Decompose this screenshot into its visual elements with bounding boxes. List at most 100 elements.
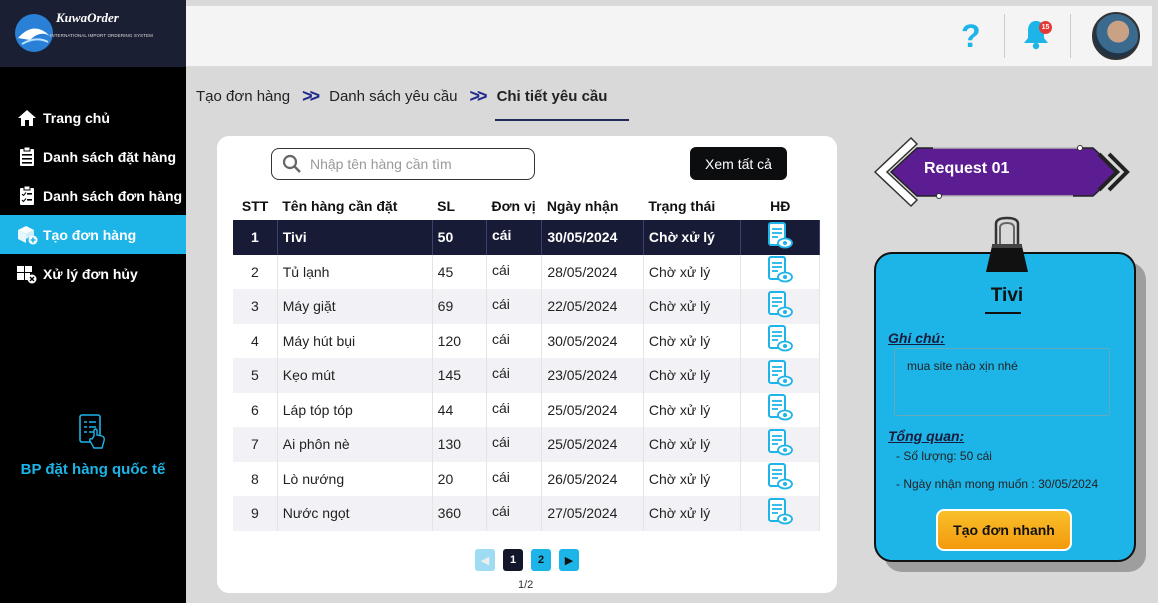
quick-order-button[interactable]: Tạo đơn nhanh	[936, 509, 1072, 551]
cell-status: Chờ xử lý	[643, 358, 742, 393]
cell-item-name: Máy giặt	[277, 289, 433, 324]
breadcrumb: Tạo đơn hàng >> Danh sách yêu cầu >> Chi…	[196, 86, 607, 107]
table-row[interactable]: 3 Máy giặt 69 cái 22/05/2024 Chờ xử lý	[233, 289, 820, 324]
cell-receive-date: 28/05/2024	[541, 254, 644, 289]
cell-stt: 6	[233, 392, 278, 427]
sidebar-item-cancel-orders[interactable]: Xử lý đơn hủy	[0, 254, 186, 293]
cell-item-name: Tivi	[277, 220, 433, 255]
breadcrumb-item-request-detail: Chi tiết yêu cầu	[496, 88, 608, 105]
table-header-row: STT Tên hàng cần đặt SL Đơn vị Ngày nhận…	[233, 192, 820, 220]
cell-unit: cái	[486, 220, 543, 255]
cell-quantity: 50	[432, 220, 487, 255]
sidebar-item-orders[interactable]: Danh sách đơn hàng	[0, 176, 186, 215]
cell-stt: 1	[233, 220, 278, 255]
view-document-icon[interactable]	[740, 323, 820, 358]
cell-item-name: Lò nướng	[277, 461, 433, 496]
search-box	[271, 148, 535, 180]
cell-item-name: Kẹo mút	[277, 358, 433, 393]
cell-stt: 7	[233, 427, 278, 462]
note-textarea[interactable]: mua site nào xịn nhé	[894, 348, 1110, 416]
title-underline	[985, 312, 1021, 314]
chevron-right-icon: >>	[302, 86, 320, 106]
cell-item-name: Máy hút bụi	[277, 323, 433, 358]
table-row[interactable]: 5 Kẹo mút 145 cái 23/05/2024 Chờ xử lý	[233, 358, 820, 393]
notification-badge: 15	[1039, 21, 1052, 34]
breadcrumb-item-request-list[interactable]: Danh sách yêu cầu	[329, 88, 457, 105]
sidebar-item-label: Xử lý đơn hủy	[43, 265, 138, 282]
item-name: Tivi	[990, 285, 1024, 306]
cell-item-name: Tủ lạnh	[277, 254, 433, 289]
cell-unit: cái	[486, 427, 543, 462]
pagination-info: 1/2	[518, 579, 534, 591]
box-add-icon	[16, 225, 38, 245]
cell-item-name: Ai phôn nè	[277, 427, 433, 462]
next-page-button[interactable]: ▶	[559, 549, 579, 571]
table-row[interactable]: 4 Máy hút bụi 120 cái 30/05/2024 Chờ xử lý	[233, 323, 820, 358]
cell-stt: 4	[233, 323, 278, 358]
view-document-icon[interactable]	[740, 427, 820, 462]
department-block: BP đặt hàng quốc tế	[0, 412, 186, 478]
search-icon	[282, 154, 301, 173]
search-input[interactable]	[310, 156, 520, 172]
column-header: Ngày nhận	[546, 198, 619, 214]
question-icon[interactable]: ?	[961, 18, 981, 55]
expected-date-line: - Ngày nhận mong muốn : 30/05/2024	[896, 477, 1099, 491]
home-icon	[16, 108, 38, 128]
view-document-icon[interactable]	[740, 496, 820, 531]
view-document-icon[interactable]	[740, 358, 820, 393]
cell-unit: cái	[486, 323, 543, 358]
cell-stt: 3	[233, 289, 278, 324]
clipboard-list-icon	[16, 146, 38, 167]
page-button[interactable]: 1	[503, 549, 523, 571]
view-document-icon[interactable]	[740, 254, 820, 289]
chevron-right-icon: >>	[469, 86, 488, 106]
view-document-icon[interactable]	[740, 392, 820, 427]
table-row[interactable]: 2 Tủ lạnh 45 cái 28/05/2024 Chờ xử lý	[233, 254, 820, 289]
column-header: STT	[241, 198, 269, 214]
cell-receive-date: 25/05/2024	[541, 427, 644, 462]
view-document-icon[interactable]	[740, 289, 820, 324]
items-table: STT Tên hàng cần đặt SL Đơn vị Ngày nhận…	[233, 192, 820, 531]
cell-status: Chờ xử lý	[643, 427, 742, 462]
cell-receive-date: 27/05/2024	[541, 496, 644, 531]
sidebar-item-home[interactable]: Trang chủ	[0, 98, 186, 137]
page-button[interactable]: 2	[531, 549, 551, 571]
view-document-icon[interactable]	[740, 461, 820, 496]
cell-receive-date: 23/05/2024	[541, 358, 644, 393]
sidebar-item-label: Trang chủ	[43, 109, 110, 126]
cell-status: Chờ xử lý	[643, 323, 742, 358]
cell-quantity: 130	[432, 427, 487, 462]
sidebar: KuwaOrder INTERNATIONAL IMPORT ORDERING …	[0, 0, 186, 603]
request-detail-card: Tivi Ghi chú: mua site nào xịn nhé Tổng …	[874, 216, 1136, 562]
sidebar-item-order-requests[interactable]: Danh sách đặt hàng	[0, 137, 186, 176]
cell-quantity: 44	[432, 392, 487, 427]
sidebar-item-create-order[interactable]: Tạo đơn hàng	[0, 215, 186, 254]
logo-area: KuwaOrder INTERNATIONAL IMPORT ORDERING …	[0, 0, 186, 67]
department-label: BP đặt hàng quốc tế	[20, 461, 166, 478]
table-row[interactable]: 9 Nước ngọt 360 cái 27/05/2024 Chờ xử lý	[233, 496, 820, 531]
cell-receive-date: 30/05/2024	[541, 323, 644, 358]
view-all-button[interactable]: Xem tất cả	[690, 147, 787, 180]
overview-label: Tổng quan:	[888, 428, 965, 444]
avatar[interactable]	[1092, 12, 1140, 60]
cell-status: Chờ xử lý	[643, 496, 742, 531]
cell-status: Chờ xử lý	[643, 289, 742, 324]
logo-title: KuwaOrder	[56, 10, 119, 25]
cell-stt: 8	[233, 461, 278, 496]
cell-receive-date: 25/05/2024	[541, 392, 644, 427]
column-header: HĐ	[770, 198, 791, 214]
header-divider	[1004, 14, 1005, 58]
table-row[interactable]: 1 Tivi 50 cái 30/05/2024 Chờ xử lý	[233, 220, 820, 255]
cell-item-name: Láp tóp tóp	[277, 392, 433, 427]
table-row[interactable]: 6 Láp tóp tóp 44 cái 25/05/2024 Chờ xử lý	[233, 392, 820, 427]
checklist-icon	[16, 185, 38, 206]
cell-status: Chờ xử lý	[643, 392, 742, 427]
prev-page-button[interactable]: ◀	[475, 549, 495, 571]
table-row[interactable]: 8 Lò nướng 20 cái 26/05/2024 Chờ xử lý	[233, 461, 820, 496]
breadcrumb-item-create-order[interactable]: Tạo đơn hàng	[196, 88, 290, 105]
cell-unit: cái	[486, 496, 543, 531]
view-document-icon[interactable]	[740, 220, 820, 255]
table-row[interactable]: 7 Ai phôn nè 130 cái 25/05/2024 Chờ xử lý	[233, 427, 820, 462]
cell-quantity: 20	[432, 461, 487, 496]
breadcrumb-active-underline	[495, 119, 629, 121]
